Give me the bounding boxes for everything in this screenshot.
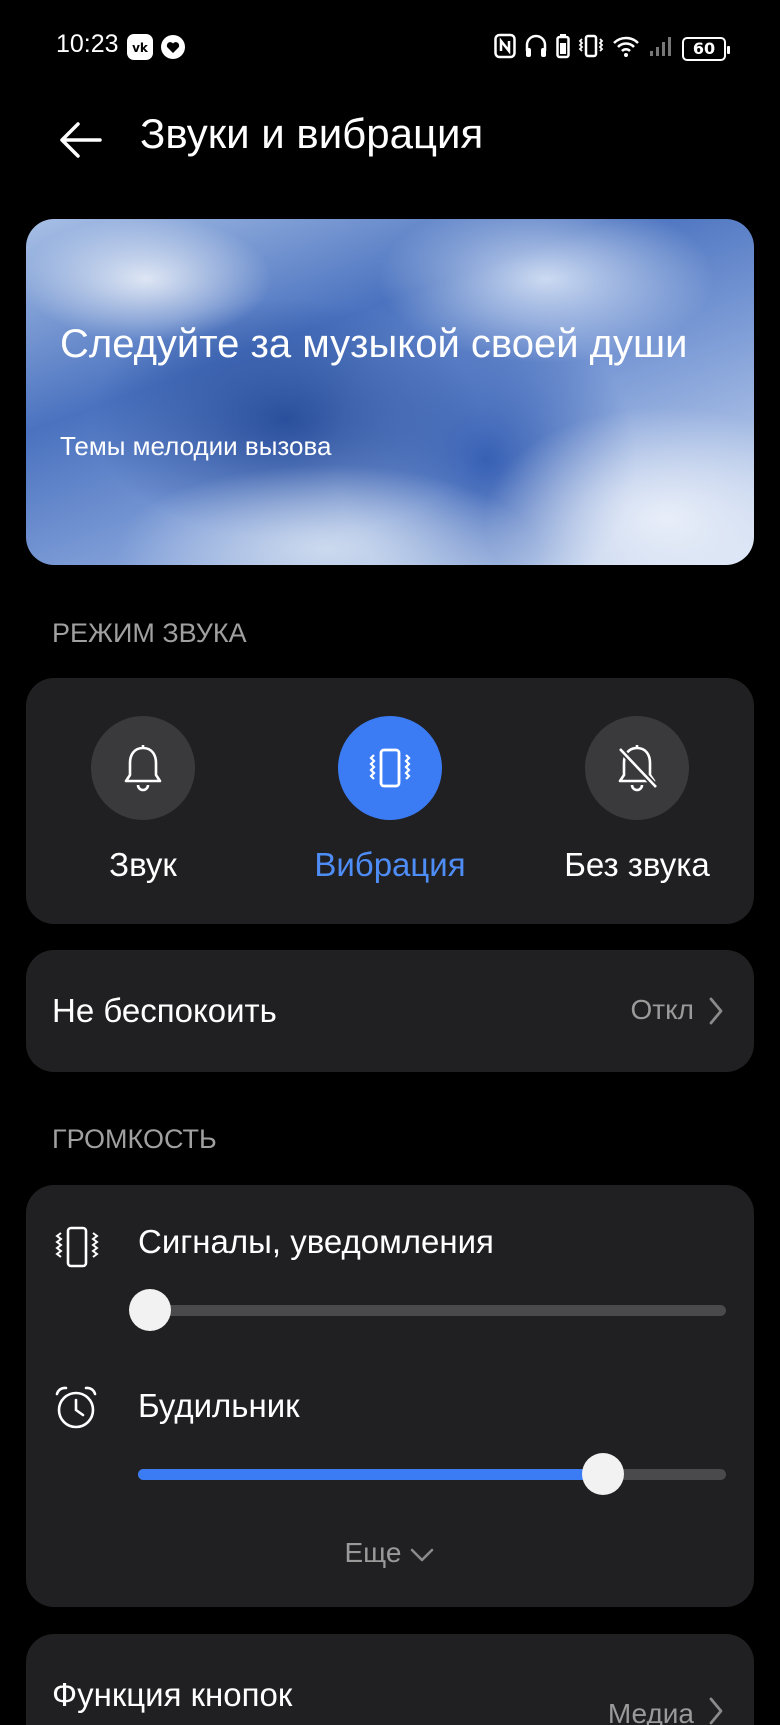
heart-icon	[160, 34, 186, 65]
sound-mode-vibrate[interactable]: Вибрация	[300, 716, 480, 884]
button-function-value: Медиа	[607, 1698, 694, 1725]
battery-icon: 60	[682, 36, 730, 61]
alarm-volume-label: Будильник	[138, 1387, 300, 1424]
chevron-right-icon	[709, 1697, 723, 1725]
page-title: Звуки и вибрация	[140, 110, 484, 157]
chevron-right-icon	[709, 997, 723, 1025]
ringtone-themes-banner[interactable]: Следуйте за музыкой своей души Темы мело…	[26, 219, 754, 565]
alarm-volume-thumb[interactable]	[581, 1453, 624, 1495]
button-function-label: Функция кнопок	[52, 1676, 293, 1713]
sound-mode-vibrate-label: Вибрация	[314, 846, 466, 883]
alarm-volume-slider[interactable]	[138, 1453, 726, 1495]
sound-mode-section-label: РЕЖИМ ЗВУКА	[52, 618, 247, 648]
notifications-volume-thumb[interactable]	[128, 1289, 171, 1331]
vibrate-icon	[55, 1226, 99, 1268]
more-volume-label: Еще	[344, 1537, 402, 1568]
vibrate-icon	[369, 748, 411, 788]
bell-off-icon	[617, 745, 659, 792]
headphones-icon	[524, 33, 548, 64]
sound-mode-card: Звук Вибрация Без звука	[26, 678, 754, 924]
do-not-disturb-value: Откл	[630, 994, 694, 1025]
vk-icon: vk	[127, 34, 153, 65]
notifications-volume-slider[interactable]	[128, 1289, 726, 1331]
sound-mode-ring-label: Звук	[109, 846, 177, 883]
sound-mode-ring[interactable]: Звук	[53, 716, 233, 884]
alarm-volume-fill	[138, 1469, 603, 1480]
back-button[interactable]	[52, 112, 108, 168]
battery-level: 60	[692, 39, 716, 58]
more-volume-button[interactable]: Еще	[26, 1537, 754, 1569]
button-function-row[interactable]: Функция кнопок Медиа	[26, 1634, 754, 1725]
chevron-down-icon	[411, 1548, 434, 1561]
sound-mode-silent-label: Без звука	[564, 846, 710, 883]
app-header: Звуки и вибрация	[0, 92, 780, 212]
status-time: 10:23	[56, 30, 119, 58]
svg-text:vk: vk	[132, 41, 149, 55]
battery-small-icon	[556, 33, 570, 64]
volume-section-label: ГРОМКОСТЬ	[52, 1124, 217, 1154]
do-not-disturb-label: Не беспокоить	[52, 992, 277, 1029]
nfc-icon	[494, 33, 516, 64]
banner-title: Следуйте за музыкой своей души	[60, 322, 688, 366]
wifi-icon	[612, 33, 640, 64]
notifications-volume-label: Сигналы, уведомления	[138, 1223, 494, 1260]
vibrate-icon	[578, 33, 604, 64]
bell-icon	[124, 745, 162, 792]
arrow-left-icon	[60, 122, 102, 158]
do-not-disturb-row[interactable]: Не беспокоить Откл	[26, 950, 754, 1072]
sound-mode-silent[interactable]: Без звука	[547, 716, 727, 884]
status-bar: 10:23 vk 60	[0, 0, 780, 92]
signal-icon	[648, 33, 674, 64]
volume-card: Сигналы, уведомления Будильник Еще	[26, 1185, 754, 1607]
alarm-clock-icon	[55, 1386, 97, 1429]
banner-subtitle: Темы мелодии вызова	[60, 431, 332, 461]
